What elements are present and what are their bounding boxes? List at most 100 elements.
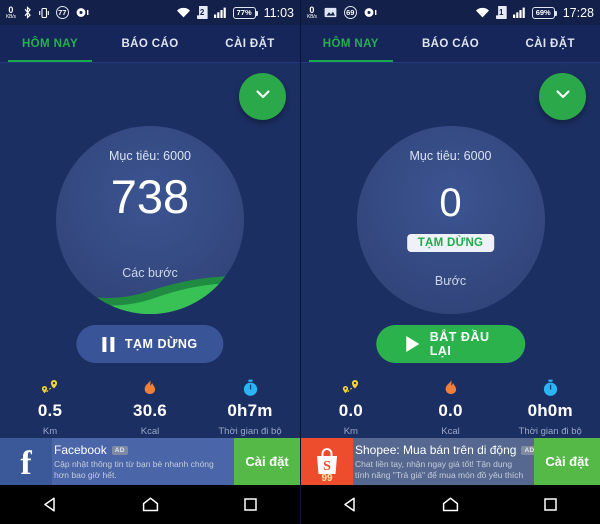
stat-distance-value: 0.0 [338,401,363,420]
network-speed-indicator: 0 KB/s [6,4,16,20]
stat-distance-label: Km [343,426,358,437]
back-icon[interactable] [20,496,80,513]
stat-distance: 0.0 Km [301,377,401,437]
tab-report[interactable]: BÁO CÁO [100,25,200,62]
ad-text: Shopee: Mua bán trên di động AD Chat liề… [353,438,534,485]
stat-time-value: 0h7m [227,401,273,420]
tab-settings[interactable]: CÀI ĐẶT [200,25,300,62]
stat-calories-value: 0.0 [438,401,463,420]
stat-calories: 30.6 Kcal [100,377,200,437]
stat-calories-label: Kcal [140,426,160,437]
battery-percent-label: 69% [535,8,551,17]
pause-button[interactable]: TẠM DỪNG [76,325,224,363]
stopwatch-icon [500,377,600,399]
wifi-icon [176,7,191,19]
stat-distance: 0.5 Km [0,377,100,437]
sim-card-icon: 2 [196,6,208,19]
flame-icon [401,377,501,399]
battery-icon: 77% [232,6,258,19]
status-bar-right: 1 69% 17:28 [475,6,594,20]
status-bar-clock: 17:28 [562,5,594,20]
restart-button[interactable]: BẮT ĐẦU LẠI [375,325,526,363]
goal-label: Mục tiêu: 6000 [109,149,191,163]
ad-badge: AD [521,445,534,455]
stat-calories: 0.0 Kcal [401,377,501,437]
screenshot-icon [324,7,337,18]
flame-icon [100,377,200,399]
record-icon [76,7,89,18]
tab-bar: HÔM NAY BÁO CÁO CÀI ĐẶT [0,25,300,62]
vibrate-icon [38,7,49,19]
ad-banner[interactable]: S 99 Shopee: Mua bán trên di động AD Cha… [301,438,600,485]
ad-subtitle: Chat liền tay, nhận ngay giá tốt! Tận dụ… [355,459,524,483]
stat-time-label: Thời gian đi bộ [218,426,282,437]
sim-card-icon: 1 [495,6,507,19]
android-nav-bar [0,485,300,524]
restart-button-label: BẮT ĐẦU LẠI [429,330,490,358]
back-icon[interactable] [321,496,381,513]
status-bar-left: 0 KB/s 77 [6,4,89,20]
chevron-down-icon [252,83,274,110]
step-count-value: 0 [439,181,462,225]
expand-fab-button[interactable] [239,73,286,120]
ad-title-row: Facebook AD [54,443,228,457]
expand-fab-button[interactable] [539,73,586,120]
ad-banner[interactable]: f Facebook AD Cập nhật thông tin từ bạn … [0,438,300,485]
phone-screen-left: 0 KB/s 77 2 77% 11:03 HÔM NAY BÁO CÁO CÀ… [0,0,300,524]
dual-screenshot: 0 KB/s 77 2 77% 11:03 HÔM NAY BÁO CÁO CÀ… [0,0,600,524]
home-icon[interactable] [120,496,180,513]
recents-icon[interactable] [220,497,280,512]
pause-button-label: TẠM DỪNG [124,337,198,351]
play-icon [405,336,419,352]
route-pin-icon [301,377,401,399]
tab-settings[interactable]: CÀI ĐẶT [500,25,600,62]
facebook-logo-icon: f [0,438,52,485]
stat-time-label: Thời gian đi bộ [518,426,582,437]
stat-calories-label: Kcal [441,426,460,437]
stats-row: 0.0 Km 0.0 Kcal 0h0m Thời gian đi bộ [301,377,600,437]
ad-subtitle: Cập nhật thông tin từ bạn bè nhanh chóng… [54,459,214,481]
stat-distance-value: 0.5 [37,401,63,420]
tab-today[interactable]: HÔM NAY [301,25,401,62]
stat-calories-value: 30.6 [133,401,167,420]
ad-install-button[interactable]: Cài đặt [534,438,600,485]
status-bar-right: 2 77% 11:03 [176,6,294,20]
stopwatch-icon [200,377,300,399]
goal-label: Mục tiêu: 6000 [409,149,492,163]
ad-install-button[interactable]: Cài đặt [234,438,300,485]
record-icon [364,7,377,18]
svg-text:S: S [323,459,331,474]
ad-badge: AD [111,445,128,455]
stat-time: 0h7m Thời gian đi bộ [200,377,300,437]
chevron-down-icon [552,83,574,110]
today-panel: Mục tiêu: 6000 0 TẠM DỪNG Bước BẮT ĐẦU L… [301,63,600,485]
shopee-logo-icon: S 99 [301,438,353,485]
status-bar: 0 KB/s 69 1 69% 17:28 [301,0,600,25]
tab-report[interactable]: BÁO CÁO [401,25,501,62]
ad-text: Facebook AD Cập nhật thông tin từ bạn bè… [52,438,234,485]
ad-title-row: Shopee: Mua bán trên di động AD [355,443,534,457]
ad-title: Shopee: Mua bán trên di động [355,443,517,457]
route-pin-icon [0,377,100,399]
phone-screen-right: 0 KB/s 69 1 69% 17:28 HÔM NAY BÁO CÁO CÀ… [300,0,600,524]
network-speed-indicator: 0 KB/s [307,4,317,20]
tab-today[interactable]: HÔM NAY [0,25,100,62]
stat-time-value: 0h0m [527,401,573,420]
android-nav-bar [301,485,600,524]
bluetooth-icon [23,6,32,19]
signal-bars-icon [213,7,227,18]
step-count-value: 738 [110,170,190,223]
home-icon[interactable] [420,496,480,513]
status-bar-left: 0 KB/s 69 [307,4,377,20]
status-bar: 0 KB/s 77 2 77% 11:03 [0,0,300,25]
dnd-count-icon: 69 [343,6,357,19]
today-panel: Mục tiêu: 6000 738 Các bước TẠM DỪNG 0.5 [0,63,300,485]
paused-status-badge: TẠM DỪNG [406,234,495,252]
recents-icon[interactable] [520,497,580,512]
battery-icon: 69% [531,6,557,19]
wifi-icon [475,7,490,19]
dnd-count-icon: 77 [55,6,69,19]
pause-icon [102,336,114,352]
shopee-promo-label: 99 [321,473,333,484]
step-progress-ring: Mục tiêu: 6000 738 Các bước [56,126,244,314]
